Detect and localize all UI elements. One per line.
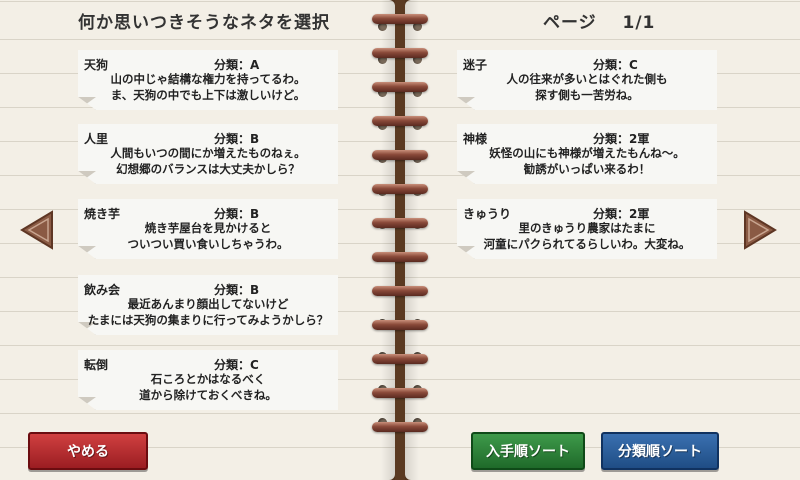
topic-description: 山の中じゃ結構な権力を持ってるわ。 ま、天狗の中でも上下は激しいけど。 bbox=[110, 72, 306, 102]
topic-description: 人の往来が多いとはぐれた側も 探す側も一苦労ね。 bbox=[506, 72, 668, 102]
spiral-ring-icon bbox=[372, 150, 428, 160]
sort-by-category-button[interactable]: 分類順ソート bbox=[601, 432, 719, 470]
spiral-ring-icon bbox=[372, 286, 428, 296]
topic-description: 石ころとかはなるべく 道から除けておくべきね。 bbox=[139, 372, 277, 402]
topic-card-yakiimo[interactable]: 焼き芋 分類：B 焼き芋屋台を見かけると ついつい買い食いしちゃうわ。 bbox=[78, 199, 338, 259]
topic-card-hitozato[interactable]: 人里 分類：B 人間もいつの間にか増えたものねぇ。 幻想郷のバランスは大丈夫かしら… bbox=[78, 124, 338, 184]
topic-card-kyuuri[interactable]: きゅうり 分類：2軍 里のきゅうり農家はたまに 河童にパクられてるらしいわ。大変ね… bbox=[457, 199, 717, 259]
spiral-ring-icon bbox=[372, 388, 428, 398]
page-number: 1/1 bbox=[622, 13, 656, 33]
left-page: 何か思いつきそうなネタを選択 天狗 分類：A 山の中じゃ結構な権力を持ってるわ。… bbox=[0, 0, 395, 480]
page-label: ページ bbox=[543, 13, 597, 33]
topic-description: 妖怪の山にも神様が増えたもんね～。 勧誘がいっぱい来るわ！ bbox=[489, 146, 685, 176]
right-page: ページ 1/1 迷子 分類：C 人の往来が多いとはぐれた側も 探す側も一苦労ね。 … bbox=[405, 0, 800, 480]
prev-page-arrow-icon[interactable] bbox=[20, 210, 54, 250]
page-title: 何か思いつきそうなネタを選択 bbox=[78, 13, 330, 33]
topic-card-kamisama[interactable]: 神様 分類：2軍 妖怪の山にも神様が増えたもんね～。 勧誘がいっぱい来るわ！ bbox=[457, 124, 717, 184]
spiral-ring-icon bbox=[372, 218, 428, 228]
topic-description: 焼き芋屋台を見かけると ついつい買い食いしちゃうわ。 bbox=[127, 221, 289, 251]
topic-card-tentou[interactable]: 転倒 分類：C 石ころとかはなるべく 道から除けておくべきね。 bbox=[78, 350, 338, 410]
spiral-ring-icon bbox=[372, 184, 428, 194]
quit-button[interactable]: やめる bbox=[28, 432, 148, 470]
topic-card-nomikai[interactable]: 飲み会 分類：B 最近あんまり顔出してないけど たまには天狗の集まりに行ってみよう… bbox=[78, 275, 338, 335]
spiral-ring-icon bbox=[372, 82, 428, 92]
topic-card-maigo[interactable]: 迷子 分類：C 人の往来が多いとはぐれた側も 探す側も一苦労ね。 bbox=[457, 50, 717, 110]
topic-card-tengu[interactable]: 天狗 分類：A 山の中じゃ結構な権力を持ってるわ。 ま、天狗の中でも上下は激しいけ… bbox=[78, 50, 338, 110]
spiral-ring-icon bbox=[372, 422, 428, 432]
topic-description: 人間もいつの間にか増えたものねぇ。 幻想郷のバランスは大丈夫かしら？ bbox=[110, 146, 306, 176]
spiral-ring-icon bbox=[372, 14, 428, 24]
page-indicator: ページ 1/1 bbox=[543, 8, 655, 33]
spiral-binding bbox=[372, 14, 428, 456]
spiral-ring-icon bbox=[372, 354, 428, 364]
sort-by-acquired-button[interactable]: 入手順ソート bbox=[471, 432, 585, 470]
spiral-ring-icon bbox=[372, 252, 428, 262]
topic-description: 里のきゅうり農家はたまに 河童にパクられてるらしいわ。大変ね。 bbox=[483, 221, 691, 251]
spiral-ring-icon bbox=[372, 48, 428, 58]
next-page-arrow-icon[interactable] bbox=[743, 210, 777, 250]
spiral-ring-icon bbox=[372, 116, 428, 126]
spiral-ring-icon bbox=[372, 320, 428, 330]
topic-description: 最近あんまり顔出してないけど たまには天狗の集まりに行ってみようかしら？ bbox=[87, 297, 329, 327]
